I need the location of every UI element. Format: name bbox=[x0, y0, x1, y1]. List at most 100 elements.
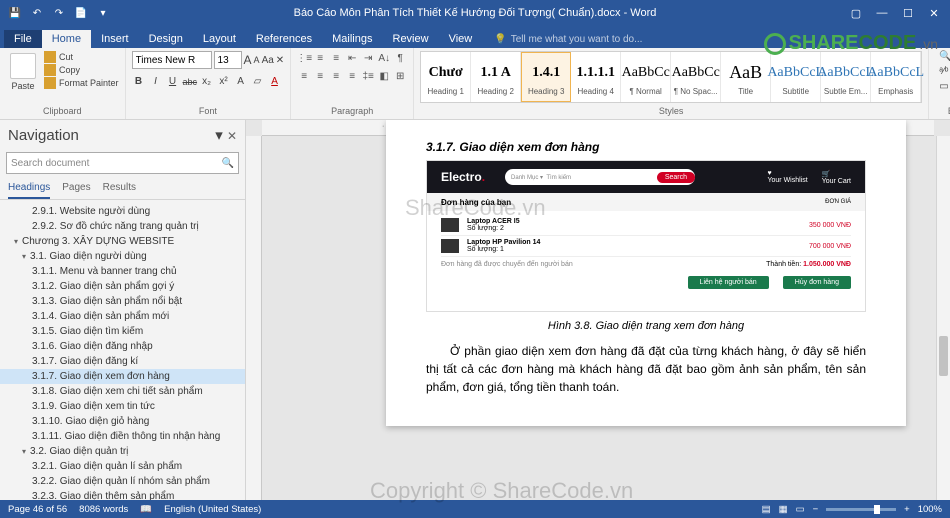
view-print-icon[interactable]: ▦ bbox=[779, 504, 788, 515]
nav-tab-pages[interactable]: Pages bbox=[62, 182, 90, 199]
style-heading-2[interactable]: 1.1 AHeading 2 bbox=[471, 52, 521, 102]
clear-format-icon[interactable]: ✕ bbox=[276, 55, 284, 66]
minimize-icon[interactable]: — bbox=[870, 3, 894, 23]
subscript-button[interactable]: x₂ bbox=[200, 76, 214, 87]
nav-item[interactable]: 3.1.7. Giao diện xem đơn hàng bbox=[0, 369, 245, 384]
styles-gallery[interactable]: ChươHeading 11.1 AHeading 21.4.1Heading … bbox=[420, 51, 922, 103]
style-heading-1[interactable]: ChươHeading 1 bbox=[421, 52, 471, 102]
style--no-spac-[interactable]: AaBbCc¶ No Spac... bbox=[671, 52, 721, 102]
borders-icon[interactable]: ⊞ bbox=[393, 69, 407, 83]
zoom-out-icon[interactable]: − bbox=[813, 504, 819, 515]
nav-item[interactable]: 3.1.11. Giao diện điền thông tin nhận hà… bbox=[0, 429, 245, 444]
vertical-scrollbar[interactable] bbox=[936, 136, 950, 500]
view-read-icon[interactable]: ▤ bbox=[762, 504, 771, 515]
style-heading-3[interactable]: 1.4.1Heading 3 bbox=[521, 52, 571, 102]
highlight-button[interactable]: ▱ bbox=[251, 76, 265, 87]
font-color-button[interactable]: A bbox=[268, 76, 282, 87]
increase-indent-icon[interactable]: ⇥ bbox=[361, 51, 375, 65]
close-icon[interactable]: ✕ bbox=[922, 3, 946, 23]
tab-references[interactable]: References bbox=[246, 30, 322, 48]
nav-search-input[interactable]: Search document 🔍 bbox=[6, 152, 239, 174]
decrease-indent-icon[interactable]: ⇤ bbox=[345, 51, 359, 65]
scrollbar-thumb[interactable] bbox=[939, 336, 948, 376]
undo-icon[interactable]: ↶ bbox=[28, 4, 46, 22]
status-spellcheck-icon[interactable]: 📖 bbox=[140, 504, 152, 515]
tell-me[interactable]: 💡 Tell me what you want to do... bbox=[494, 34, 642, 48]
tab-mailings[interactable]: Mailings bbox=[322, 30, 382, 48]
nav-item[interactable]: ▾3.1. Giao diện người dùng bbox=[0, 249, 245, 264]
shading-icon[interactable]: ◧ bbox=[377, 69, 391, 83]
cut-button[interactable]: Cut bbox=[44, 51, 119, 63]
grow-font-icon[interactable]: A bbox=[244, 53, 252, 67]
sort-icon[interactable]: A↓ bbox=[377, 51, 391, 65]
bold-button[interactable]: B bbox=[132, 76, 146, 87]
strike-button[interactable]: abc bbox=[183, 77, 197, 87]
tab-home[interactable]: Home bbox=[42, 30, 91, 48]
ribbon-options-icon[interactable]: ▢ bbox=[844, 3, 868, 23]
nav-item[interactable]: 3.1.7. Giao diện đăng kí bbox=[0, 354, 245, 369]
nav-tab-headings[interactable]: Headings bbox=[8, 182, 50, 199]
nav-item[interactable]: 3.2.1. Giao diện quản lí sản phẩm bbox=[0, 459, 245, 474]
find-button[interactable]: 🔍 Find ▾ bbox=[939, 51, 950, 62]
nav-item[interactable]: 3.1.1. Menu và banner trang chủ bbox=[0, 264, 245, 279]
nav-close-icon[interactable]: ✕ bbox=[227, 129, 237, 143]
font-name-combo[interactable] bbox=[132, 51, 212, 69]
zoom-level[interactable]: 100% bbox=[918, 504, 942, 515]
maximize-icon[interactable]: ☐ bbox=[896, 3, 920, 23]
qat-customize-icon[interactable]: ▾ bbox=[94, 4, 112, 22]
tab-design[interactable]: Design bbox=[139, 30, 193, 48]
nav-item[interactable]: 3.2.3. Giao diện thêm sản phẩm bbox=[0, 489, 245, 500]
nav-item[interactable]: ▾3.2. Giao diện quản trị bbox=[0, 444, 245, 459]
nav-item[interactable]: 3.1.8. Giao diện xem chi tiết sản phẩm bbox=[0, 384, 245, 399]
nav-item[interactable]: 3.1.5. Giao diện tìm kiếm bbox=[0, 324, 245, 339]
nav-item[interactable]: 3.1.10. Giao diện giỏ hàng bbox=[0, 414, 245, 429]
nav-item[interactable]: ▾Chương 3. XÂY DỰNG WEBSITE bbox=[0, 234, 245, 249]
select-button[interactable]: ▭ Select ▾ bbox=[939, 81, 950, 92]
italic-button[interactable]: I bbox=[149, 76, 163, 87]
multilevel-icon[interactable]: ≡ bbox=[329, 51, 343, 65]
replace-button[interactable]: ᵃ⁄ᵇ Replace bbox=[939, 66, 950, 77]
tab-review[interactable]: Review bbox=[383, 30, 439, 48]
newdoc-icon[interactable]: 📄 bbox=[72, 4, 90, 22]
paste-button[interactable]: Paste bbox=[6, 51, 40, 93]
style-title[interactable]: AaBTitle bbox=[721, 52, 771, 102]
nav-item[interactable]: 3.2.2. Giao diện quản lí nhóm sản phẩm bbox=[0, 474, 245, 489]
format-painter-button[interactable]: Format Painter bbox=[44, 77, 119, 89]
nav-item[interactable]: 3.1.6. Giao diện đăng nhập bbox=[0, 339, 245, 354]
shrink-font-icon[interactable]: A bbox=[254, 55, 260, 65]
tab-view[interactable]: View bbox=[439, 30, 483, 48]
style-subtle-em-[interactable]: AaBbCcLSubtle Em... bbox=[821, 52, 871, 102]
tab-insert[interactable]: Insert bbox=[91, 30, 139, 48]
view-web-icon[interactable]: ▭ bbox=[796, 504, 805, 515]
nav-tab-results[interactable]: Results bbox=[103, 182, 136, 199]
style--normal[interactable]: AaBbCc¶ Normal bbox=[621, 52, 671, 102]
text-effects-button[interactable]: A bbox=[234, 76, 248, 87]
save-icon[interactable]: 💾 bbox=[6, 4, 24, 22]
superscript-button[interactable]: x² bbox=[217, 76, 231, 87]
vertical-ruler[interactable] bbox=[246, 136, 262, 500]
status-words[interactable]: 8086 words bbox=[79, 504, 128, 515]
style-heading-4[interactable]: 1.1.1.1Heading 4 bbox=[571, 52, 621, 102]
nav-item[interactable]: 3.1.9. Giao diện xem tin tức bbox=[0, 399, 245, 414]
nav-item[interactable]: 3.1.3. Giao diện sản phẩm nổi bật bbox=[0, 294, 245, 309]
change-case-button[interactable]: Aa bbox=[262, 55, 274, 66]
zoom-in-icon[interactable]: + bbox=[904, 504, 910, 515]
bullets-icon[interactable]: ⋮≡ bbox=[297, 51, 311, 65]
document-page[interactable]: 3.1.7. Giao diện xem đơn hàng Electro. D… bbox=[386, 120, 906, 426]
underline-button[interactable]: U bbox=[166, 76, 180, 87]
numbering-icon[interactable]: ≡ bbox=[313, 51, 327, 65]
style-subtitle[interactable]: AaBbCcLSubtitle bbox=[771, 52, 821, 102]
status-language[interactable]: English (United States) bbox=[164, 504, 261, 515]
nav-item[interactable]: 2.9.2. Sơ đồ chức năng trang quản trị bbox=[0, 219, 245, 234]
align-right-icon[interactable]: ≡ bbox=[329, 69, 343, 83]
zoom-slider[interactable] bbox=[826, 508, 896, 511]
nav-item[interactable]: 2.9.1. Website người dùng bbox=[0, 204, 245, 219]
nav-item[interactable]: 3.1.4. Giao diện sản phẩm mới bbox=[0, 309, 245, 324]
align-left-icon[interactable]: ≡ bbox=[297, 69, 311, 83]
align-center-icon[interactable]: ≡ bbox=[313, 69, 327, 83]
show-marks-icon[interactable]: ¶ bbox=[393, 51, 407, 65]
redo-icon[interactable]: ↷ bbox=[50, 4, 68, 22]
justify-icon[interactable]: ≡ bbox=[345, 69, 359, 83]
font-size-combo[interactable] bbox=[214, 51, 242, 69]
tab-layout[interactable]: Layout bbox=[193, 30, 246, 48]
